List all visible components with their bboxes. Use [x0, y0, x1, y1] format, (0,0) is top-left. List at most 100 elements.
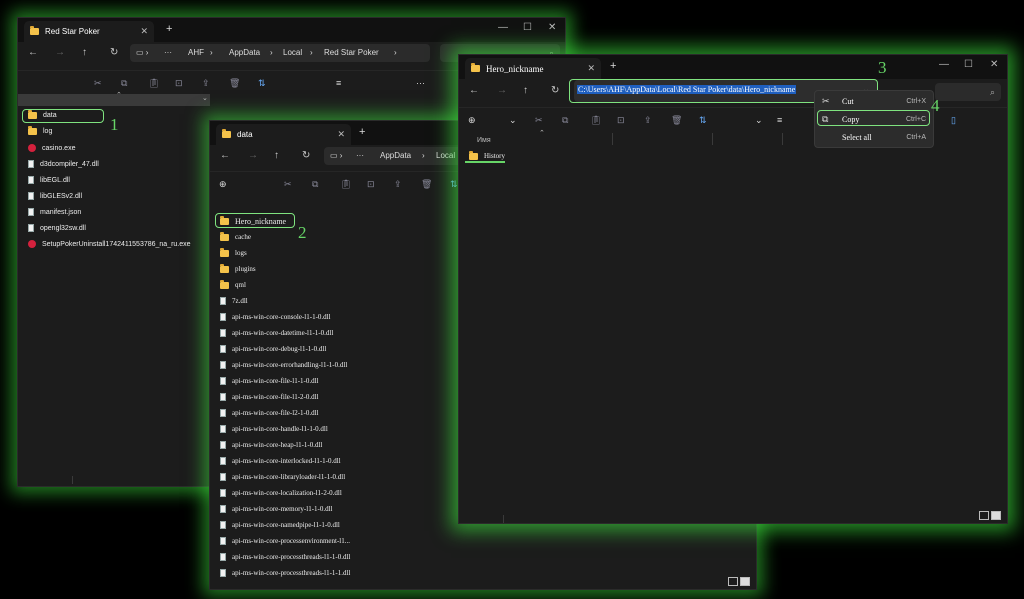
sort-icon[interactable]: ⇅ — [699, 115, 707, 126]
back-arrow-icon[interactable]: ← — [220, 150, 230, 161]
tab-hero-nickname[interactable]: Hero_nickname ✕ — [465, 58, 601, 79]
chevron-down-icon[interactable]: ⌄ — [202, 94, 208, 102]
list-item[interactable]: 7z.dll — [220, 297, 248, 305]
forward-arrow-icon[interactable]: → — [55, 47, 65, 58]
back-arrow-icon[interactable]: ← — [28, 47, 38, 58]
chevron-down-icon[interactable]: ⌄ — [509, 115, 517, 126]
close-window-button[interactable]: ✕ — [548, 22, 556, 33]
menu-item-select-all[interactable]: Select all Ctrl+A — [819, 129, 929, 145]
list-item[interactable]: plugins — [220, 263, 256, 273]
list-item[interactable]: api-ms-win-core-memory-l1-1-0.dll — [220, 505, 333, 513]
column-divider[interactable] — [612, 133, 613, 145]
minimize-button[interactable]: — — [498, 22, 508, 33]
delete-icon[interactable]: 🗑︎ — [421, 179, 432, 190]
share-icon[interactable]: ⇪ — [394, 179, 402, 190]
rename-icon[interactable]: ⊡ — [175, 78, 183, 89]
more-breadcrumbs-icon[interactable]: ··· — [356, 151, 364, 160]
up-arrow-icon[interactable]: ↑ — [82, 47, 87, 58]
back-arrow-icon[interactable]: ← — [469, 85, 479, 96]
list-item[interactable]: api-ms-win-core-debug-l1-1-0.dll — [220, 345, 326, 353]
rename-icon[interactable]: ⊡ — [367, 179, 375, 190]
refresh-icon[interactable]: ↻ — [302, 150, 310, 161]
copy-icon[interactable]: ⧉ — [121, 78, 127, 89]
sort-icon[interactable]: ⇅ — [258, 78, 266, 89]
list-item[interactable]: api-ms-win-core-file-l1-1-0.dll — [220, 377, 319, 385]
new-tab-button[interactable]: + — [359, 126, 365, 138]
menu-item-cut[interactable]: ✂ Cut Ctrl+X — [819, 93, 929, 109]
list-item[interactable]: qml — [220, 279, 246, 289]
chevron-down-icon[interactable]: ⌄ — [755, 115, 763, 126]
list-item[interactable]: libEGL.dll — [28, 176, 70, 184]
delete-icon[interactable]: 🗑︎ — [229, 78, 240, 89]
delete-icon[interactable]: 🗑︎ — [671, 115, 682, 126]
list-item[interactable]: api-ms-win-core-localization-l1-2-0.dll — [220, 489, 342, 497]
list-item[interactable]: opengl32sw.dll — [28, 224, 86, 232]
more-options-icon[interactable]: ··· — [416, 78, 425, 88]
list-item[interactable]: SetupPokerUninstall1742411553786_na_ru.e… — [28, 240, 191, 248]
list-item[interactable]: api-ms-win-core-libraryloader-l1-1-0.dll — [220, 473, 345, 481]
breadcrumb-red-star-poker[interactable]: Red Star Poker — [324, 48, 379, 57]
forward-arrow-icon[interactable]: → — [497, 85, 507, 96]
close-tab-icon[interactable]: ✕ — [140, 26, 148, 37]
list-item[interactable]: History — [469, 150, 505, 160]
paste-icon[interactable]: 📋︎ — [148, 78, 159, 89]
view-icon[interactable]: ≡ — [777, 115, 782, 125]
list-item[interactable]: d3dcompiler_47.dll — [28, 160, 99, 168]
forward-arrow-icon[interactable]: → — [248, 150, 258, 161]
list-item[interactable]: logs — [220, 247, 247, 257]
list-item[interactable]: api-ms-win-core-console-l1-1-0.dll — [220, 313, 331, 321]
cut-icon[interactable]: ✂ — [535, 115, 543, 126]
breadcrumb-appdata[interactable]: AppData — [380, 151, 411, 160]
new-tab-button[interactable]: + — [166, 23, 172, 35]
copy-icon[interactable]: ⧉ — [562, 115, 568, 126]
list-item[interactable]: api-ms-win-core-heap-l1-1-0.dll — [220, 441, 322, 449]
breadcrumb-local[interactable]: Local — [436, 151, 455, 160]
tiles-view-icon[interactable] — [740, 577, 750, 586]
share-icon[interactable]: ⇪ — [202, 78, 210, 89]
list-item[interactable]: log — [28, 126, 52, 135]
address-bar[interactable]: ▭ › ··· AHF › AppData › Local › Red Star… — [130, 44, 430, 62]
list-item[interactable]: api-ms-win-core-handle-l1-1-0.dll — [220, 425, 328, 433]
sort-icon[interactable]: ⇅ — [450, 179, 458, 190]
details-view-icon[interactable] — [728, 577, 738, 586]
search-box[interactable]: ⌕ — [935, 83, 1001, 101]
list-item[interactable]: api-ms-win-core-processenvironment-l1... — [220, 537, 350, 545]
breadcrumb-local[interactable]: Local — [283, 48, 302, 57]
list-item[interactable]: libGLESv2.dll — [28, 192, 82, 200]
tiles-view-icon[interactable] — [991, 511, 1001, 520]
minimize-button[interactable]: — — [939, 59, 949, 70]
list-item[interactable]: cache — [220, 231, 251, 241]
close-tab-icon[interactable]: ✕ — [587, 63, 595, 74]
share-icon[interactable]: ⇪ — [644, 115, 652, 126]
details-pane-icon[interactable]: ▯ — [951, 115, 956, 126]
list-item[interactable]: casino.exe — [28, 144, 75, 152]
view-icon[interactable]: ≡ — [336, 78, 341, 88]
list-item[interactable]: api-ms-win-core-processthreads-l1-1-1.dl… — [220, 569, 350, 577]
up-arrow-icon[interactable]: ↑ — [523, 85, 528, 96]
list-item[interactable]: api-ms-win-core-namedpipe-l1-1-0.dll — [220, 521, 340, 529]
column-header-name[interactable]: Имя — [477, 137, 491, 144]
list-item[interactable]: manifest.json — [28, 208, 81, 216]
up-arrow-icon[interactable]: ↑ — [274, 150, 279, 161]
maximize-button[interactable]: ☐ — [523, 22, 532, 33]
paste-icon[interactable]: 📋︎ — [340, 179, 351, 190]
details-view-icon[interactable] — [979, 511, 989, 520]
column-divider[interactable] — [712, 133, 713, 145]
close-window-button[interactable]: ✕ — [990, 59, 998, 70]
cut-icon[interactable]: ✂ — [284, 179, 292, 190]
column-divider[interactable] — [782, 133, 783, 145]
copy-icon[interactable]: ⧉ — [312, 179, 318, 190]
new-item-icon[interactable]: ⊕ — [219, 179, 227, 190]
cut-icon[interactable]: ✂ — [94, 78, 102, 89]
refresh-icon[interactable]: ↻ — [551, 85, 559, 96]
list-item[interactable]: api-ms-win-core-file-l2-1-0.dll — [220, 409, 319, 417]
more-breadcrumbs-icon[interactable]: ··· — [164, 48, 172, 57]
new-item-icon[interactable]: ⊕ — [468, 115, 476, 126]
list-item[interactable]: api-ms-win-core-file-l1-2-0.dll — [220, 393, 319, 401]
paste-icon[interactable]: 📋︎ — [590, 115, 601, 126]
list-item[interactable]: api-ms-win-core-datetime-l1-1-0.dll — [220, 329, 333, 337]
list-item[interactable]: api-ms-win-core-interlocked-l1-1-0.dll — [220, 457, 341, 465]
list-item[interactable]: api-ms-win-core-errorhandling-l1-1-0.dll — [220, 361, 347, 369]
maximize-button[interactable]: ☐ — [964, 59, 973, 70]
breadcrumb-appdata[interactable]: AppData — [229, 48, 260, 57]
